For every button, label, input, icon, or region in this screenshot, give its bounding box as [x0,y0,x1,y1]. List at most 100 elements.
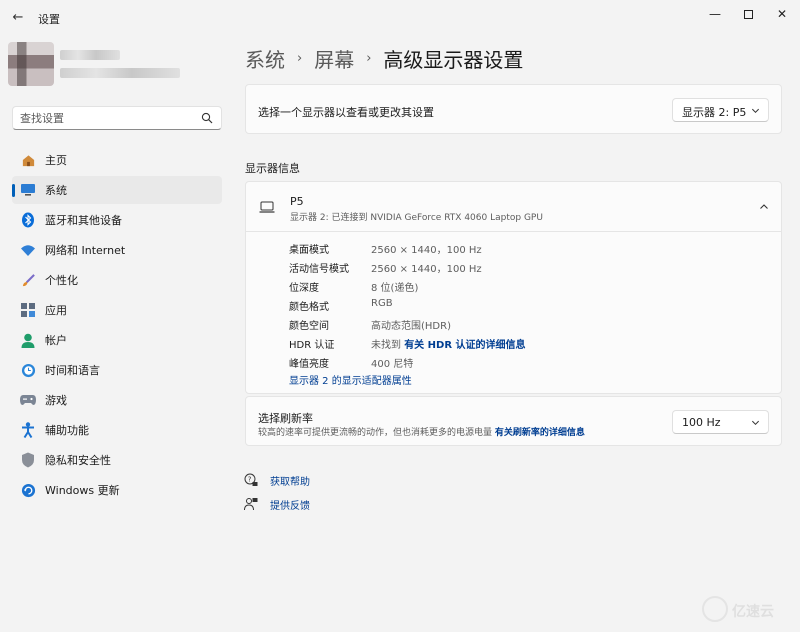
sidebar-item-windows-update[interactable]: Windows 更新 [12,476,222,504]
sidebar-item-label: 系统 [45,184,67,197]
breadcrumb-separator: › [366,50,372,66]
help-icon: ? [244,473,258,486]
info-key: 颜色空间 [289,321,329,332]
info-value: 8 位(递色) [371,283,419,294]
sidebar-item-accessibility[interactable]: 辅助功能 [12,416,222,444]
back-button[interactable]: ← [8,9,28,27]
sidebar-item-label: 辅助功能 [45,424,89,437]
monitor-subtitle: 显示器 2: 已连接到 NVIDIA GeForce RTX 4060 Lapt… [290,213,543,223]
apps-icon [20,302,36,318]
info-key: 位深度 [289,283,319,294]
get-help-label: 获取帮助 [270,476,310,488]
info-key: HDR 认证 [289,340,335,351]
refresh-rate-description: 较高的速率可提供更流畅的动作，但也消耗更多的电源电量 有关刷新率的详细信息 [258,425,585,438]
search-box[interactable] [12,106,222,130]
display-select-card: 选择一个显示器以查看或更改其设置 显示器 2: P5 [245,84,782,134]
info-value: RGB [371,298,393,309]
chevron-down-icon [751,108,760,114]
info-key: 峰值亮度 [289,359,329,370]
display-select-label: 选择一个显示器以查看或更改其设置 [258,106,434,119]
info-value: 2560 × 1440，100 Hz [371,264,482,275]
info-key: 桌面模式 [289,245,329,256]
display-info-card: P5 显示器 2: 已连接到 NVIDIA GeForce RTX 4060 L… [245,181,782,394]
display-dropdown-value: 显示器 2: P5 [682,106,747,119]
info-value: 400 尼特 [371,359,414,370]
sidebar-item-label: 应用 [45,304,67,317]
bluetooth-icon [20,212,36,228]
sidebar-item-label: 隐私和安全性 [45,454,111,467]
feedback-link[interactable]: 提供反馈 [244,495,310,513]
breadcrumb: 系统 › 屏幕 › 高级显示器设置 [245,42,523,74]
update-icon [20,482,36,498]
info-value: 高动态范围(HDR) [371,321,451,332]
watermark-text: 亿速云 [732,604,774,620]
title-bar: ← 设置 — ✕ [0,0,800,36]
sidebar-item-accounts[interactable]: 帐户 [12,326,222,354]
maximize-icon [743,10,753,19]
sidebar-item-gaming[interactable]: 游戏 [12,386,222,414]
sidebar-item-label: 网络和 Internet [45,244,126,257]
sidebar-item-home[interactable]: 主页 [12,146,222,174]
system-icon [20,182,36,198]
accessibility-icon [20,422,36,438]
shield-icon [20,452,36,468]
avatar [8,42,54,86]
sidebar-item-privacy[interactable]: 隐私和安全性 [12,446,222,474]
account-icon [20,332,36,348]
info-key: 活动信号模式 [289,264,349,275]
breadcrumb-display[interactable]: 屏幕 [314,44,354,73]
search-icon[interactable] [201,112,213,124]
page-title: 高级显示器设置 [383,47,524,72]
info-value: 2560 × 1440，100 Hz [371,245,482,256]
sidebar-item-personalization[interactable]: 个性化 [12,266,222,294]
wifi-icon [20,242,36,258]
search-input[interactable] [20,111,200,126]
sidebar-item-bluetooth[interactable]: 蓝牙和其他设备 [12,206,222,234]
breadcrumb-separator: › [297,50,303,66]
sidebar-item-system[interactable]: 系统 [12,176,222,204]
watermark: 亿速云 [702,594,798,624]
home-icon [20,152,36,168]
sidebar-item-label: 蓝牙和其他设备 [45,214,122,227]
hdr-cert-status: 未找到 [371,340,401,351]
hdr-cert-link[interactable]: 有关 HDR 认证的详细信息 [404,340,525,351]
breadcrumb-system[interactable]: 系统 [245,44,285,73]
user-name-blurred [60,50,120,60]
svg-text:?: ? [248,476,252,484]
feedback-icon [244,498,258,511]
sidebar-nav: 主页 系统 蓝牙和其他设备 网络和 Internet 个性化 应用 帐户 时间和… [12,146,222,506]
user-email-blurred [60,68,180,78]
chevron-up-icon[interactable] [759,202,769,212]
gamepad-icon [20,392,36,408]
clock-globe-icon [20,362,36,378]
refresh-rate-value: 100 Hz [682,416,721,429]
user-profile[interactable] [8,42,208,86]
sidebar-item-label: 个性化 [45,274,78,287]
sidebar-item-label: 主页 [45,154,67,167]
refresh-rate-title: 选择刷新率 [258,412,313,425]
laptop-icon [259,201,275,213]
close-button[interactable]: ✕ [764,3,800,25]
display-info-header[interactable]: P5 显示器 2: 已连接到 NVIDIA GeForce RTX 4060 L… [246,182,781,232]
brush-icon [20,272,36,288]
get-help-link[interactable]: ? 获取帮助 [244,471,310,489]
info-value: 未找到 有关 HDR 认证的详细信息 [371,336,691,351]
sidebar-item-label: 游戏 [45,394,67,407]
display-dropdown[interactable]: 显示器 2: P5 [672,98,769,122]
app-title: 设置 [38,13,60,26]
sidebar-item-time-language[interactable]: 时间和语言 [12,356,222,384]
sidebar-item-apps[interactable]: 应用 [12,296,222,324]
minimize-button[interactable]: — [697,3,733,25]
refresh-rate-link[interactable]: 有关刷新率的详细信息 [495,428,585,438]
maximize-button[interactable] [730,3,766,25]
sidebar-item-network[interactable]: 网络和 Internet [12,236,222,264]
refresh-desc-text: 较高的速率可提供更流畅的动作，但也消耗更多的电源电量 [258,428,493,438]
refresh-rate-dropdown[interactable]: 100 Hz [672,410,769,434]
sidebar-item-label: Windows 更新 [45,484,120,497]
refresh-rate-card: 选择刷新率 较高的速率可提供更流畅的动作，但也消耗更多的电源电量 有关刷新率的详… [245,396,782,446]
monitor-name: P5 [290,195,304,208]
sidebar-item-label: 帐户 [45,334,67,347]
chevron-down-icon [751,420,760,426]
watermark-logo-icon [702,596,728,622]
adapter-properties-link[interactable]: 显示器 2 的显示适配器属性 [289,372,412,387]
